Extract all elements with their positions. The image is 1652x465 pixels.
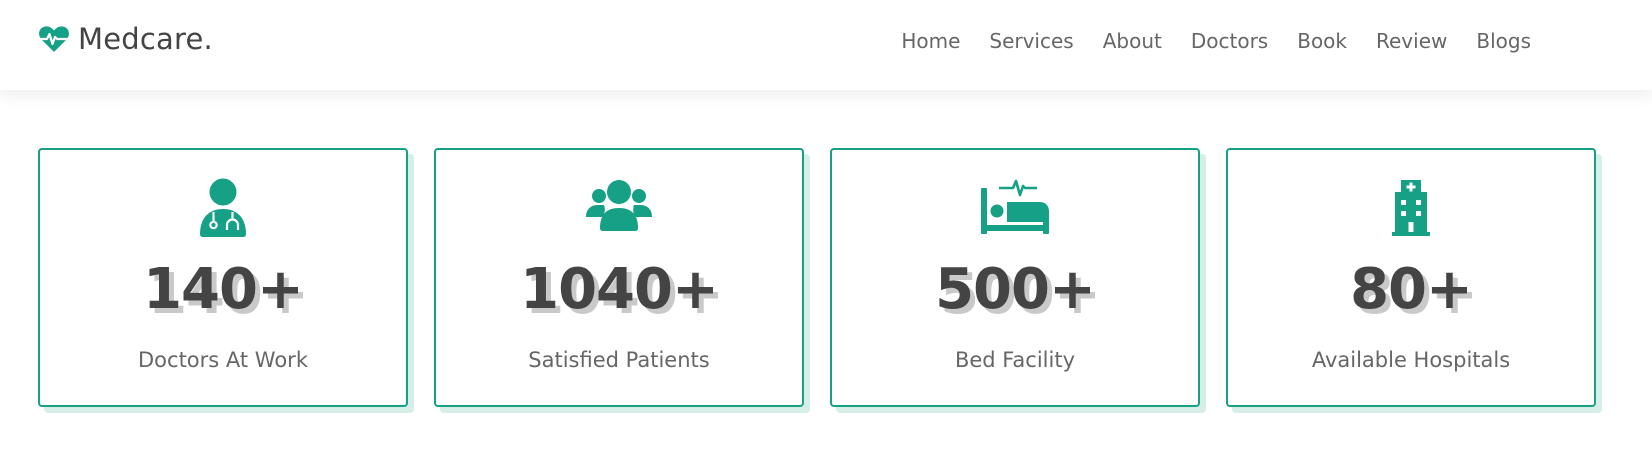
main-nav: Home Services About Doctors Book Review … — [872, 27, 1531, 55]
stat-card-beds: 500+ Bed Facility — [830, 148, 1206, 413]
nav-doctors[interactable]: Doctors — [1191, 27, 1268, 55]
stat-label: Doctors At Work — [138, 348, 308, 372]
stat-value: 80+ — [1350, 257, 1473, 322]
nav-home[interactable]: Home — [901, 27, 960, 55]
stat-value: 140+ — [143, 257, 304, 322]
stat-card: 500+ Bed Facility — [830, 148, 1200, 407]
stat-value: 1040+ — [520, 257, 719, 322]
brand-logo[interactable]: Medcare. — [38, 22, 213, 56]
stats-section: 140+ Doctors At Work 1040+ Satisfied Pat… — [38, 148, 1602, 413]
nav-blogs[interactable]: Blogs — [1476, 27, 1531, 55]
heartbeat-icon — [38, 24, 70, 54]
stat-card-patients: 1040+ Satisfied Patients — [434, 148, 810, 413]
procedures-bed-icon — [979, 178, 1051, 238]
stat-card-doctors: 140+ Doctors At Work — [38, 148, 414, 413]
nav-review[interactable]: Review — [1376, 27, 1447, 55]
stat-label: Available Hospitals — [1311, 348, 1511, 372]
stat-card: 1040+ Satisfied Patients — [434, 148, 804, 407]
nav-services[interactable]: Services — [989, 27, 1073, 55]
site-header: Medcare. Home Services About Doctors Boo… — [0, 0, 1652, 90]
nav-book[interactable]: Book — [1297, 27, 1347, 55]
stat-card: 140+ Doctors At Work — [38, 148, 408, 407]
stat-card-hospitals: 80+ Available Hospitals — [1226, 148, 1602, 413]
brand-name: Medcare. — [78, 22, 213, 56]
hospital-icon — [1375, 178, 1447, 238]
stat-value: 500+ — [935, 257, 1096, 322]
stat-label: Satisfied Patients — [528, 348, 710, 372]
nav-about[interactable]: About — [1103, 27, 1162, 55]
users-icon — [583, 178, 655, 238]
stat-label: Bed Facility — [954, 348, 1076, 372]
stat-card: 80+ Available Hospitals — [1226, 148, 1596, 407]
doctor-icon — [187, 178, 259, 238]
